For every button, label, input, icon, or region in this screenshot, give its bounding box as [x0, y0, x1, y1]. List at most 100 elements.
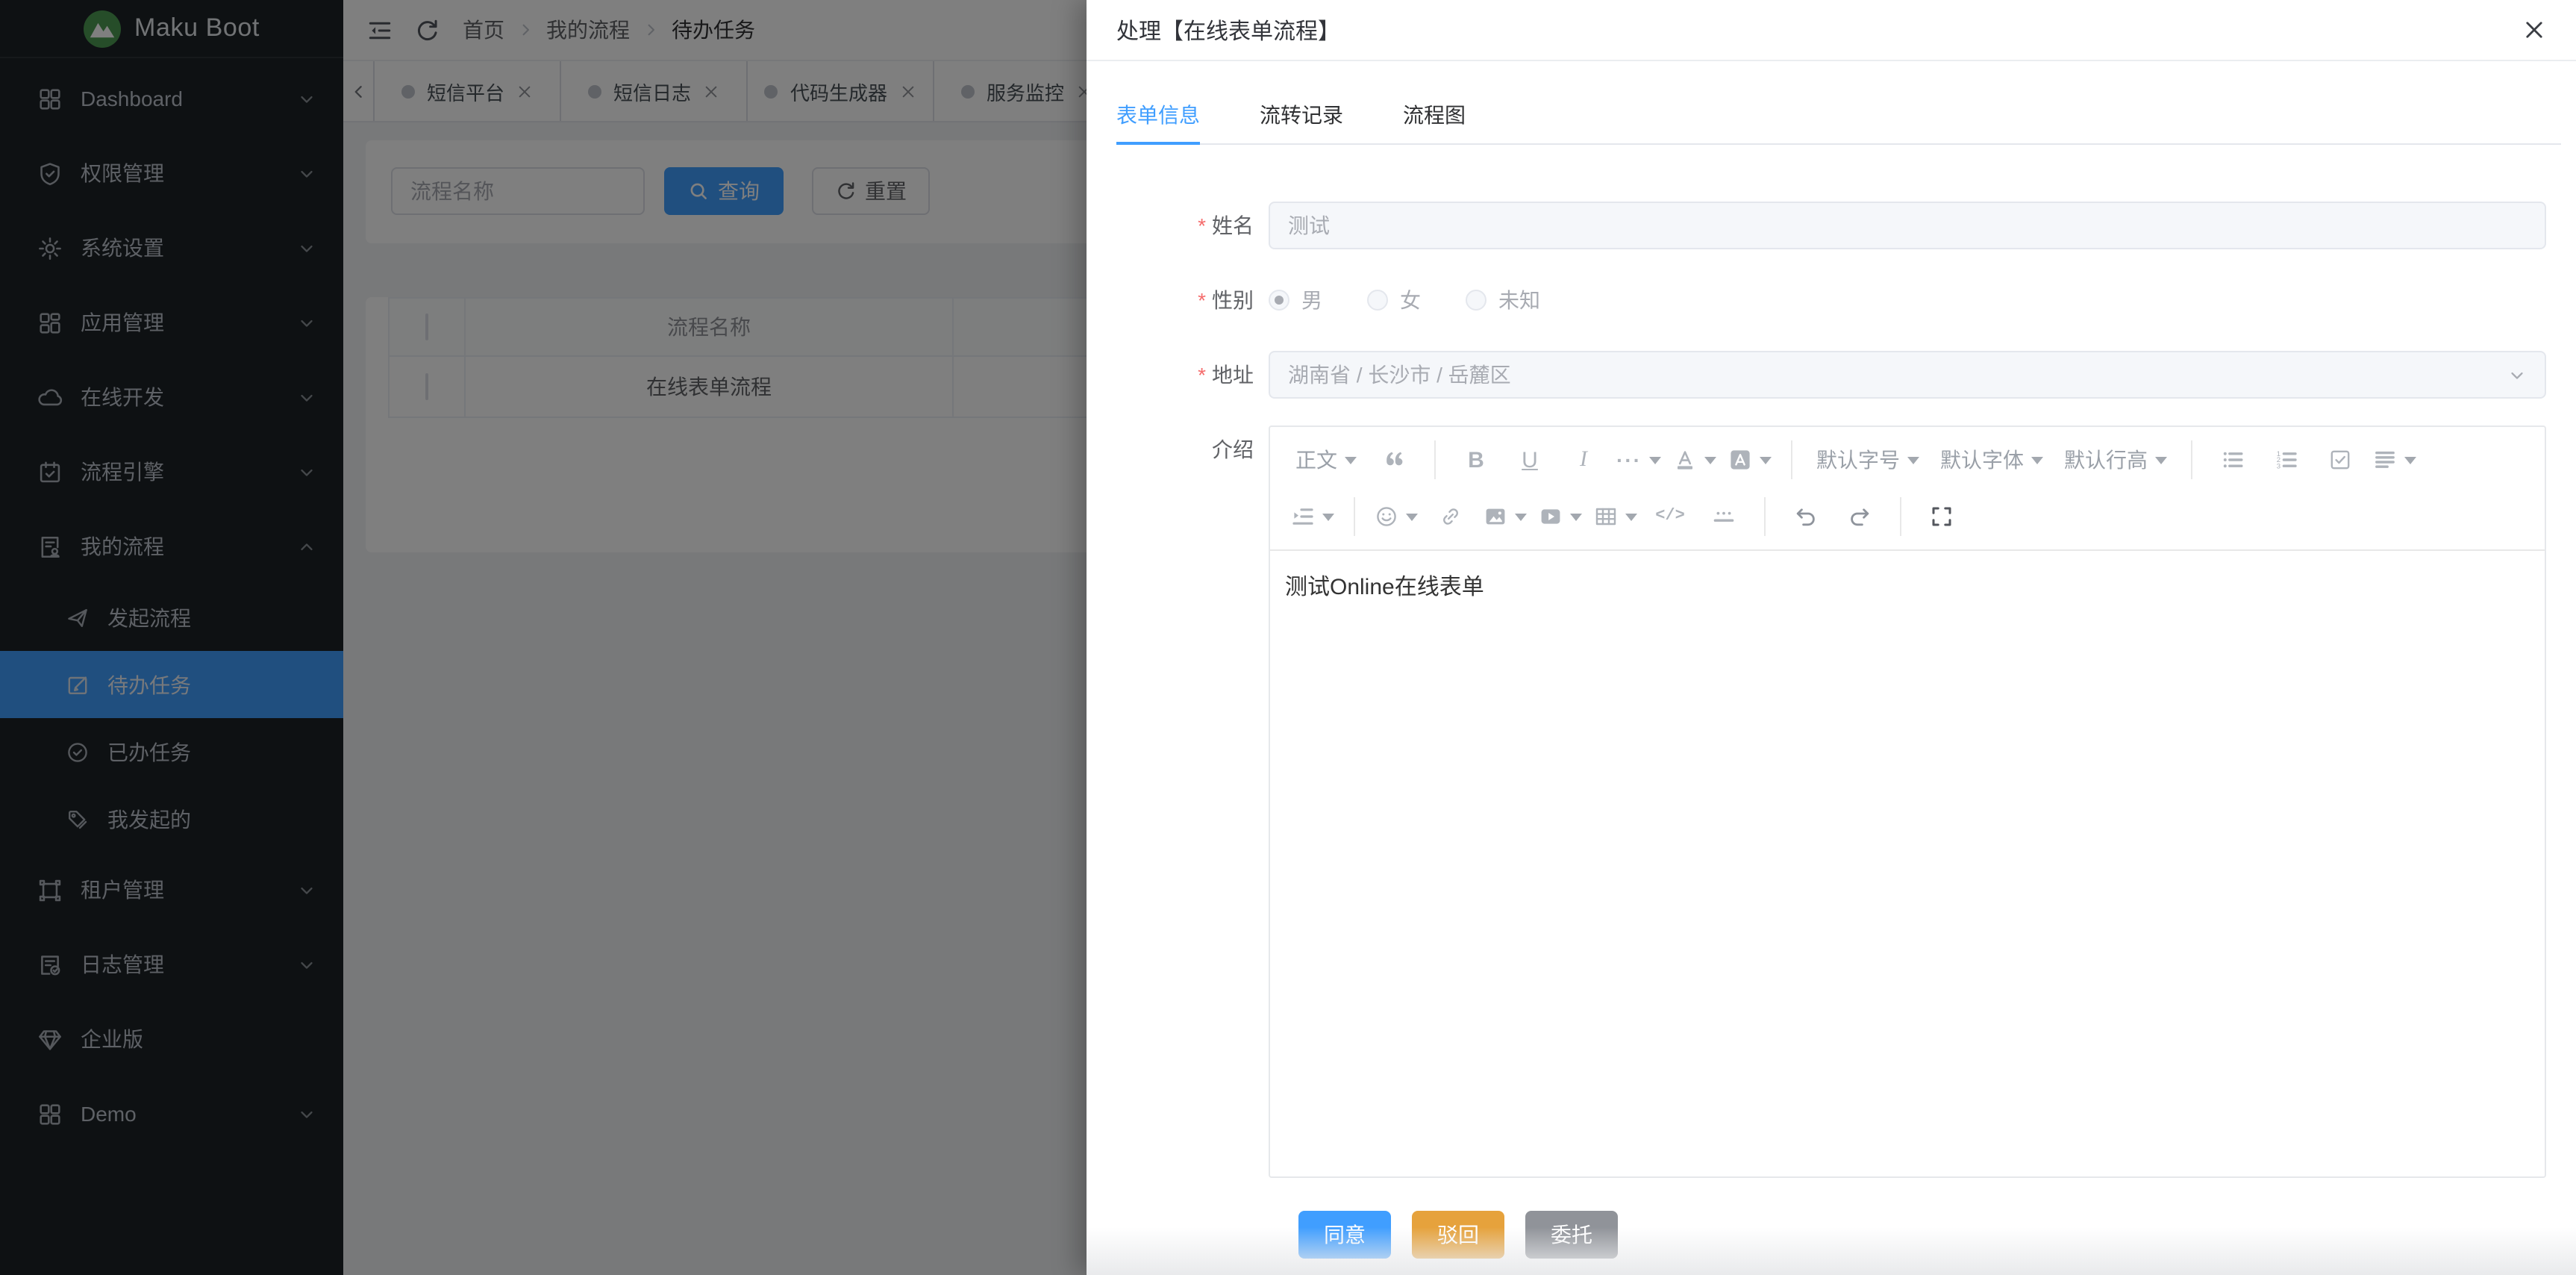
editor-redo-button[interactable]: [1836, 496, 1883, 537]
caret-down-icon: [1406, 513, 1418, 520]
hr-icon: [1712, 505, 1736, 529]
rich-text-editor: 正文 B UI ··· 默认字号默认字体默认行高 123 </> 测试Online在线表单: [1269, 425, 2546, 1178]
editor-bold-glyph: B: [1468, 447, 1484, 473]
editor-toolbar: 正文 B UI ··· 默认字号默认字体默认行高 123 </>: [1270, 427, 2545, 551]
editor-font-color-button[interactable]: [1670, 439, 1719, 481]
drawer-tab-表单信息[interactable]: 表单信息: [1116, 85, 1200, 145]
editor-underline-button[interactable]: U: [1506, 439, 1554, 481]
editor-bg-color-button[interactable]: [1725, 439, 1775, 481]
caret-down-icon: [2031, 456, 2043, 464]
name-label: *姓名: [1116, 202, 1254, 249]
editor-bold-button[interactable]: B: [1452, 439, 1500, 481]
toolbar-divider: [1900, 497, 1901, 536]
editor-toolbar-row: </>: [1285, 488, 2530, 545]
gender-radio-男[interactable]: 男: [1269, 276, 1322, 324]
required-mark: *: [1198, 288, 1206, 312]
gender-radio-未知[interactable]: 未知: [1466, 276, 1540, 324]
caret-down-icon: [1570, 513, 1582, 520]
quote-icon: [1382, 448, 1406, 472]
caret-down-icon: [2404, 456, 2416, 464]
required-mark: *: [1198, 213, 1206, 237]
editor-italic-button[interactable]: I: [1560, 439, 1607, 481]
gender-radio-group: 男 女 未知: [1269, 276, 2546, 324]
ol-icon: 123: [2275, 448, 2298, 472]
link-icon: [1439, 505, 1463, 529]
radio-label: 男: [1301, 285, 1322, 315]
toolbar-divider: [1434, 440, 1436, 479]
editor-video-button[interactable]: [1536, 496, 1585, 537]
caret-down-icon: [1760, 456, 1772, 464]
svg-text:3: 3: [2277, 463, 2280, 471]
bg-color-icon: [1728, 448, 1752, 472]
toolbar-divider: [1791, 440, 1792, 479]
editor-numbered-list-button[interactable]: 123: [2263, 439, 2310, 481]
address-select[interactable]: 湖南省 / 长沙市 / 岳麓区: [1269, 351, 2546, 399]
app-viewport: Maku Boot Dashboard权限管理系统设置应用管理在线开发流程引擎我…: [0, 0, 2576, 1275]
form-row-intro: 介绍 正文 B UI ··· 默认字号默认字体默认行高 123 </> 测试Online在线…: [1116, 425, 2546, 1178]
address-value: 湖南省 / 长沙市 / 岳麓区: [1288, 360, 1511, 390]
radio-dot: [1367, 290, 1388, 311]
redo-icon: [1848, 505, 1872, 529]
editor-font-family-button[interactable]: 默认字体: [1933, 439, 2051, 481]
intro-label: 介绍: [1116, 425, 1254, 1178]
editor-more-styles-button[interactable]: ···: [1613, 439, 1664, 481]
editor-line-height-label: 默认行高: [2064, 445, 2148, 475]
delegate-button-label: 委托: [1551, 1220, 1592, 1250]
toolbar-divider: [1764, 497, 1766, 536]
close-icon[interactable]: [2522, 18, 2546, 42]
gender-label: *性别: [1116, 276, 1254, 324]
name-field[interactable]: 测试: [1269, 202, 2546, 249]
editor-quote-button[interactable]: [1370, 439, 1418, 481]
reject-button-label: 驳回: [1437, 1220, 1479, 1250]
address-label: *地址: [1116, 351, 1254, 399]
process-drawer: 处理【在线表单流程】 表单信息流转记录流程图 *姓名 测试 *性别 男 女 未知 *…: [1087, 0, 2576, 1275]
drawer-tab-流程图[interactable]: 流程图: [1403, 85, 1466, 145]
editor-font-size-button[interactable]: 默认字号: [1809, 439, 1927, 481]
caret-down-icon: [1625, 513, 1637, 520]
editor-table-button[interactable]: [1591, 496, 1640, 537]
indent-icon: [1291, 505, 1315, 529]
editor-line-height-button[interactable]: 默认行高: [2057, 439, 2175, 481]
agree-button-label: 同意: [1324, 1220, 1366, 1250]
editor-image-button[interactable]: [1481, 496, 1530, 537]
undo-icon: [1794, 505, 1818, 529]
drawer-actions: 同意 驳回 委托: [1298, 1211, 2546, 1259]
caret-down-icon: [1322, 513, 1334, 520]
editor-todo-list-button[interactable]: [2316, 439, 2364, 481]
required-mark: *: [1198, 363, 1206, 387]
editor-underline-glyph: U: [1522, 447, 1538, 473]
radio-dot: [1466, 290, 1486, 311]
editor-fullscreen-button[interactable]: [1918, 496, 1966, 537]
editor-toolbar-row: 正文 B UI ··· 默认字号默认字体默认行高 123: [1285, 431, 2530, 488]
form-row-gender: *性别 男 女 未知: [1116, 276, 2546, 324]
editor-indent-button[interactable]: [1288, 496, 1337, 537]
editor-emoji-button[interactable]: [1372, 496, 1421, 537]
editor-content[interactable]: 测试Online在线表单: [1270, 551, 2545, 1176]
caret-down-icon: [1704, 456, 1716, 464]
caret-down-icon: [1345, 456, 1357, 464]
editor-paragraph-style-button[interactable]: 正文: [1288, 439, 1364, 481]
toolbar-divider: [1354, 497, 1355, 536]
caret-down-icon: [1907, 456, 1919, 464]
editor-undo-button[interactable]: [1782, 496, 1830, 537]
form-row-name: *姓名 测试: [1116, 202, 2546, 249]
screen: Maku Boot Dashboard权限管理系统设置应用管理在线开发流程引擎我…: [0, 0, 2576, 1275]
drawer-title: 处理【在线表单流程】: [1116, 14, 2522, 46]
editor-justify-button[interactable]: [2370, 439, 2419, 481]
radio-label: 女: [1400, 285, 1421, 315]
delegate-button[interactable]: 委托: [1525, 1211, 1618, 1259]
drawer-tab-流转记录[interactable]: 流转记录: [1260, 85, 1343, 145]
editor-code-block-button[interactable]: </>: [1646, 496, 1694, 537]
editor-divider-line-button[interactable]: [1700, 496, 1748, 537]
reject-button[interactable]: 驳回: [1412, 1211, 1504, 1259]
agree-button[interactable]: 同意: [1298, 1211, 1391, 1259]
emoji-icon: [1375, 505, 1398, 529]
toolbar-divider: [2191, 440, 2192, 479]
caret-down-icon: [2155, 456, 2167, 464]
editor-link-button[interactable]: [1427, 496, 1475, 537]
editor-code-block-glyph: </>: [1655, 508, 1685, 526]
process-form: *姓名 测试 *性别 男 女 未知 *地址 湖南省 / 长沙市 / 岳麓区: [1087, 145, 2576, 1259]
gender-radio-女[interactable]: 女: [1367, 276, 1421, 324]
editor-bulleted-list-button[interactable]: [2209, 439, 2257, 481]
editor-more-styles-glyph: ···: [1616, 448, 1642, 472]
